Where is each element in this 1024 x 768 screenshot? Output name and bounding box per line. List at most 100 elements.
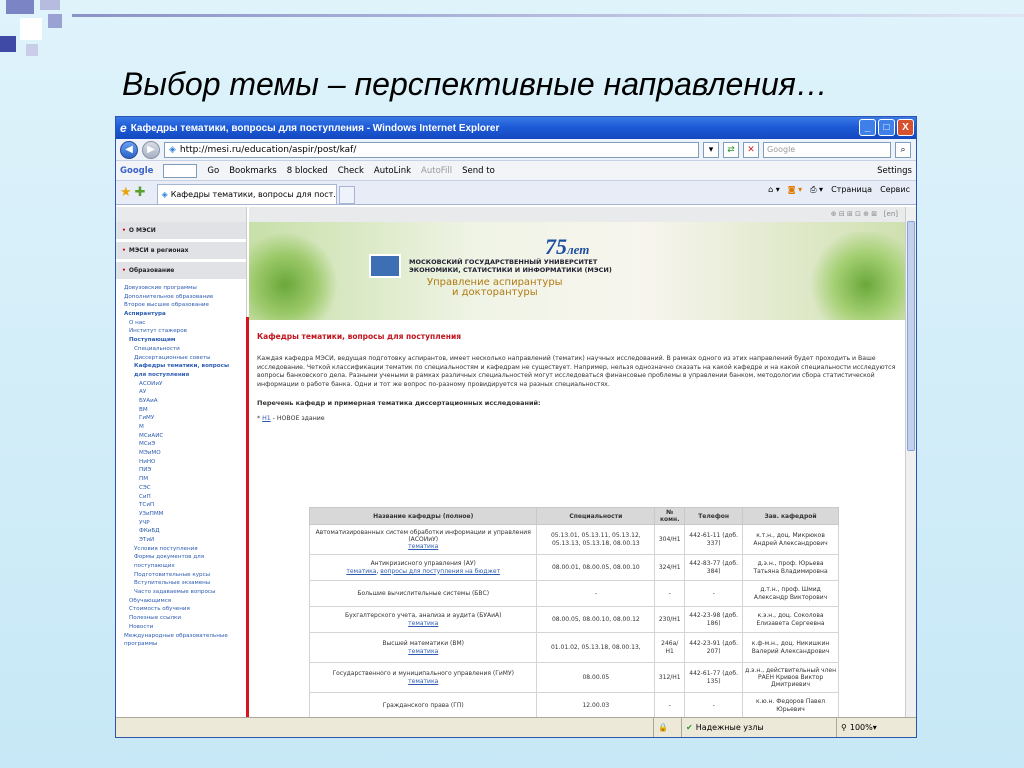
sidebar-item[interactable]: поступающих	[124, 562, 246, 571]
tab-current[interactable]: ◈ Кафедры тематики, вопросы для пост...	[156, 184, 337, 204]
table-row: Государственного и муниципального управл…	[308, 662, 839, 693]
url-dropdown-icon[interactable]: ▾	[703, 141, 719, 158]
new-tab-button[interactable]	[338, 186, 355, 204]
cell-spec: 01.01.02, 05.13.18, 08.00.13,	[536, 632, 656, 663]
sidebar-item[interactable]: Подготовительные курсы	[124, 571, 246, 580]
sidebar-item[interactable]: Полезные ссылки	[124, 614, 246, 623]
sidebar-item[interactable]: МСиАИС	[124, 432, 246, 441]
back-button[interactable]: ◀	[120, 140, 138, 159]
print-icon[interactable]: ⎙ ▾	[810, 185, 823, 195]
sidebar-item[interactable]: Поступающим	[124, 336, 246, 345]
sidebar-item[interactable]: Часто задаваемые вопросы	[124, 588, 246, 597]
sidebar-item[interactable]: Новости	[124, 623, 246, 632]
popup-blocked-button[interactable]: 8 blocked	[287, 166, 328, 176]
sidebar-item[interactable]: Кафедры тематики, вопросы	[124, 362, 246, 371]
sidebar-item[interactable]: МСиЭ	[124, 440, 246, 449]
sidebar-item[interactable]: ФКиБД	[124, 527, 246, 536]
stop-icon[interactable]: ✕	[743, 141, 759, 158]
service-menu[interactable]: Сервис	[880, 185, 910, 195]
sidebar-menu: Довузовские программы Дополнительное обра…	[116, 282, 246, 649]
google-toolbar: Google Go Bookmarks 8 blocked Check Auto…	[116, 161, 916, 181]
minimize-button[interactable]: _	[859, 119, 876, 136]
cell-name: Бухгалтерского учета, анализа и аудита (…	[308, 606, 538, 633]
note-link[interactable]: Н1	[262, 415, 271, 422]
sidebar-item[interactable]: ТСиП	[124, 501, 246, 510]
sidebar-item[interactable]: Второе высшее образование	[124, 301, 246, 310]
sidebar-item[interactable]: для поступления	[124, 371, 246, 380]
search-input[interactable]: Google	[763, 141, 891, 158]
bookmarks-button[interactable]: Bookmarks	[229, 166, 277, 176]
sidebar-item[interactable]: ЭТиИ	[124, 536, 246, 545]
sidebar-item[interactable]: АУ	[124, 388, 246, 397]
sidebar-item[interactable]: Довузовские программы	[124, 284, 246, 293]
sidebar-section-regions[interactable]: МЭСИ в регионах	[116, 242, 246, 260]
page-menu[interactable]: Страница	[831, 185, 872, 195]
topic-link[interactable]: тематика	[408, 620, 438, 627]
sidebar-item[interactable]: Международные образовательные	[124, 632, 246, 641]
cell-spec: 08.00.05	[536, 662, 656, 693]
topic-link[interactable]: тематика	[408, 543, 438, 550]
sidebar: О МЭСИ МЭСИ в регионах Образование Довуз…	[116, 207, 247, 719]
sidebar-item[interactable]: программы	[124, 640, 246, 649]
sidebar-item[interactable]: Стоимость обучения	[124, 605, 246, 614]
zoom-control[interactable]: ⚲ 100% ▾	[836, 718, 916, 737]
sendto-button[interactable]: Send to	[462, 166, 495, 176]
sidebar-item[interactable]: ПМ	[124, 475, 246, 484]
cell-head: д.э.н., действительный член РАЕН Кривов …	[742, 662, 839, 693]
cell-phone: -	[684, 580, 744, 607]
sidebar-item[interactable]: ПИЭ	[124, 466, 246, 475]
add-favorites-icon[interactable]: ✚	[135, 185, 146, 200]
sidebar-item[interactable]: М	[124, 423, 246, 432]
sidebar-section-education[interactable]: Образование	[116, 262, 246, 280]
header-banner: 75лет Московский государственный универс…	[249, 222, 906, 320]
sidebar-item[interactable]: Обучающимся	[124, 597, 246, 606]
table-row: Автоматизированных систем обработки инфо…	[308, 524, 839, 555]
favorites-star-icon[interactable]: ★	[120, 185, 132, 200]
sidebar-item[interactable]: СиП	[124, 493, 246, 502]
scroll-thumb[interactable]	[907, 221, 915, 451]
topic-link[interactable]: тематика	[408, 648, 438, 655]
table-row: Гражданского права (ГП) 12.00.03- - к.ю.н. …	[308, 692, 839, 719]
sidebar-section-about[interactable]: О МЭСИ	[116, 222, 246, 240]
rss-icon[interactable]: ◙ ▾	[788, 185, 802, 195]
topic-link[interactable]: вопросы для поступления на бюджет	[380, 568, 500, 575]
sidebar-item[interactable]: Вступительные экзамены	[124, 579, 246, 588]
autofill-button[interactable]: AutoFill	[421, 166, 452, 176]
close-button[interactable]: X	[897, 119, 914, 136]
sidebar-item[interactable]: Специальности	[124, 345, 246, 354]
forward-button[interactable]: ▶	[142, 140, 160, 159]
topic-link[interactable]: тематика	[408, 678, 438, 685]
refresh-icon[interactable]: ⇄	[723, 141, 739, 158]
go-button[interactable]: Go	[207, 166, 219, 176]
cell-head: д.э.н., проф. Юрьева Татьяна Владимировн…	[742, 554, 839, 581]
sidebar-item[interactable]: МЭиМО	[124, 449, 246, 458]
sidebar-item[interactable]: Формы документов для	[124, 553, 246, 562]
settings-button[interactable]: Settings	[877, 166, 912, 176]
sidebar-item[interactable]: ВМ	[124, 406, 246, 415]
google-search-box[interactable]	[163, 163, 198, 178]
sidebar-item[interactable]: УЗиПММ	[124, 510, 246, 519]
tab-page-icon: ◈	[161, 190, 168, 199]
sidebar-item[interactable]: ГиМУ	[124, 414, 246, 423]
search-icon[interactable]: ⌕	[895, 141, 911, 158]
url-field[interactable]: ◈ http://mesi.ru/education/aspir/post/ka…	[164, 141, 699, 158]
check-button[interactable]: Check	[338, 166, 364, 176]
autolink-button[interactable]: AutoLink	[374, 166, 411, 176]
sidebar-item[interactable]: Институт стажеров	[124, 327, 246, 336]
sidebar-item[interactable]: О нас	[124, 319, 246, 328]
sidebar-item[interactable]: Условия поступления	[124, 545, 246, 554]
maximize-button[interactable]: □	[878, 119, 895, 136]
sidebar-item[interactable]: Диссертационные советы	[124, 354, 246, 363]
ie-icon: e	[120, 121, 127, 135]
sidebar-item[interactable]: СЭС	[124, 484, 246, 493]
sidebar-item[interactable]: Дополнительное образование	[124, 293, 246, 302]
sidebar-item[interactable]: Аспирантура	[124, 310, 246, 319]
sidebar-item[interactable]: АСОИиУ	[124, 380, 246, 389]
home-icon[interactable]: ⌂ ▾	[768, 185, 780, 195]
sidebar-item[interactable]: БУАиА	[124, 397, 246, 406]
sidebar-item[interactable]: УЧР	[124, 519, 246, 528]
vertical-scrollbar[interactable]	[905, 207, 916, 719]
topic-link[interactable]: тематика	[346, 568, 376, 575]
sidebar-item[interactable]: НиНО	[124, 458, 246, 467]
cell-name: Высшей математики (ВМ) тематика	[308, 632, 538, 663]
